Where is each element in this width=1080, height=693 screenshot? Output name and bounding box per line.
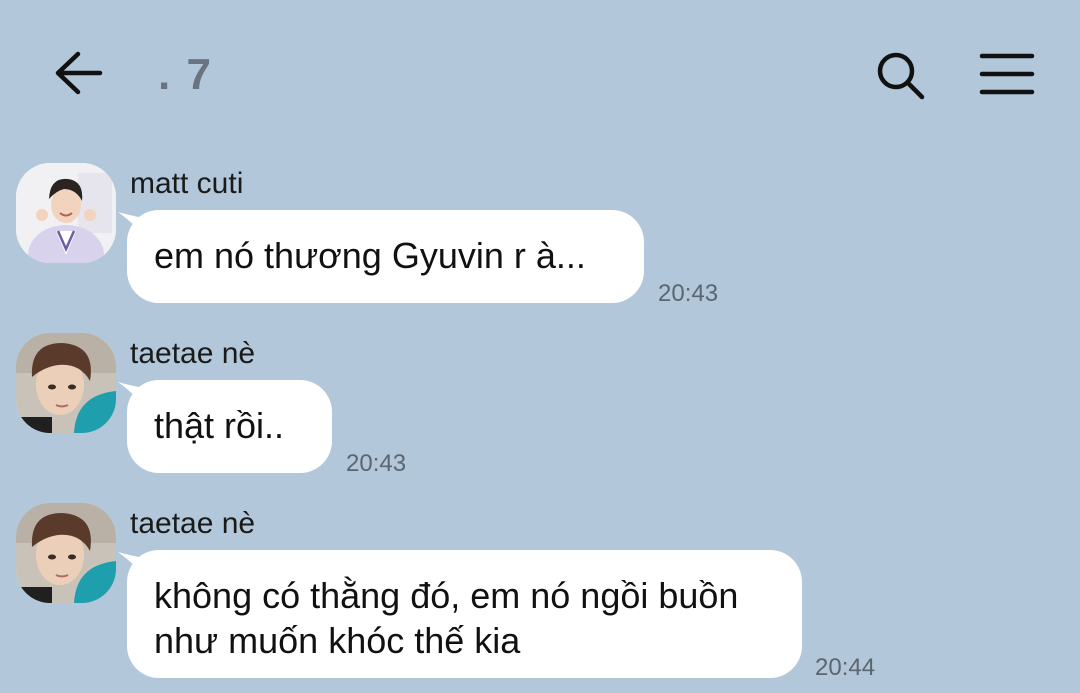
message-text: em nó thương Gyuvin r à...: [154, 235, 586, 276]
search-icon: [877, 52, 925, 100]
message-time: 20:43: [346, 450, 407, 477]
chat-header: . 7: [0, 0, 1080, 150]
menu-button[interactable]: [978, 50, 1036, 98]
profile-photo-icon: [16, 503, 116, 603]
sender-name: taetae nè: [130, 507, 256, 540]
message-text: thật rồi..: [154, 405, 285, 446]
hamburger-menu-icon: [979, 53, 1035, 95]
avatar[interactable]: [16, 163, 116, 263]
message-text: không có thằng đó, em nó ngồi buồn như m…: [154, 575, 739, 661]
message-bubble[interactable]: thật rồi..: [127, 380, 332, 473]
back-button[interactable]: [50, 50, 104, 96]
message-time: 20:44: [815, 654, 876, 681]
profile-photo-icon: [16, 163, 116, 263]
avatar[interactable]: [16, 503, 116, 603]
avatar[interactable]: [16, 333, 116, 433]
search-button[interactable]: [874, 50, 930, 102]
message-bubble[interactable]: em nó thương Gyuvin r à...: [127, 210, 644, 303]
arrow-left-icon: [55, 51, 103, 95]
profile-photo-icon: [16, 333, 116, 433]
sender-name: matt cuti: [130, 167, 244, 200]
message-time: 20:43: [658, 280, 719, 307]
message-bubble[interactable]: không có thằng đó, em nó ngồi buồn như m…: [127, 550, 802, 678]
sender-name: taetae nè: [130, 337, 256, 370]
chat-title: . 7: [158, 50, 213, 99]
